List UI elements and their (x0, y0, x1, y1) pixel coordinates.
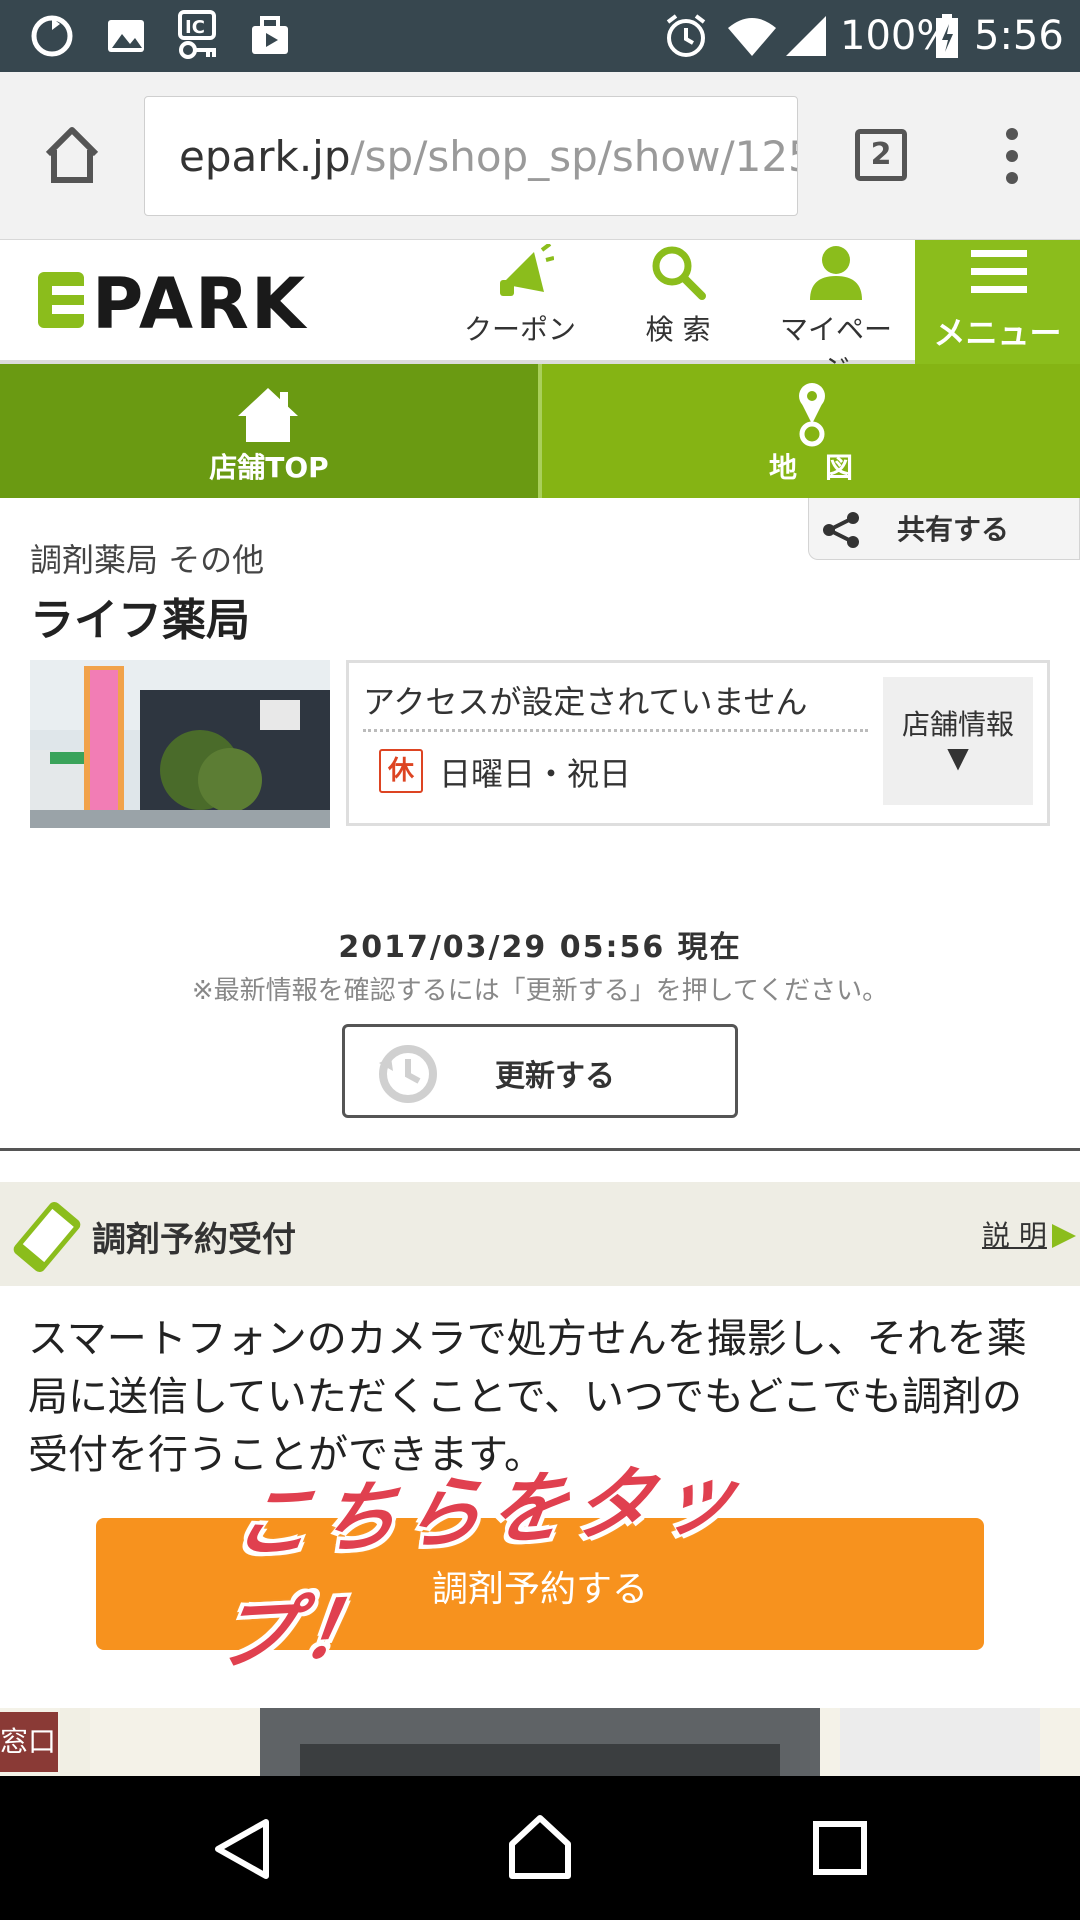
holiday-text: 日曜日・祝日 (439, 755, 632, 793)
tab-map[interactable]: 地 図 (542, 364, 1080, 498)
shop-photo[interactable] (30, 660, 330, 828)
browser-toolbar: epark.jp/sp/shop_sp/show/1257 2 (0, 72, 1080, 240)
window-sign: 窓口 (0, 1712, 58, 1772)
refresh-label: 更新する (495, 1059, 615, 1094)
reservation-title: 調剤予約受付 (92, 1220, 296, 1260)
tab-switcher-button[interactable]: 2 (855, 129, 907, 181)
refresh-button[interactable]: 更新する (342, 1024, 738, 1118)
menu-label: メニュー (933, 314, 1062, 352)
callout-text: こちらをタップ！ (209, 1453, 751, 1682)
shop-top-label: 店舗TOP (209, 451, 329, 484)
dotted-divider (363, 729, 868, 732)
wifi-icon (728, 18, 776, 56)
access-text: アクセスが設定されていません (363, 683, 808, 721)
status-bar: IC 100% 5:56 (0, 0, 1080, 72)
system-nav-bar (0, 1776, 1080, 1920)
explain-link[interactable]: 説 明 (982, 1214, 1047, 1254)
svg-text:IC: IC (185, 17, 205, 38)
image-icon (108, 20, 144, 52)
recents-icon[interactable] (812, 1820, 868, 1876)
clock: 5:56 (974, 13, 1064, 59)
url-host: epark.jp (179, 132, 351, 181)
shop-subnav: 店舗TOP 地 図 (0, 364, 1080, 498)
mypage-nav[interactable]: マイページ (770, 240, 902, 386)
update-timestamp: 2017/03/29 05:56 現在 (338, 930, 742, 965)
tab-shop-top[interactable]: 店舗TOP (0, 364, 538, 498)
user-icon (810, 246, 862, 300)
home-nav-icon[interactable] (508, 1814, 572, 1880)
url-path: /sp/shop_sp/show/1257 (350, 132, 798, 181)
menu-button[interactable]: メニュー (915, 240, 1080, 364)
share-button[interactable]: 共有する (808, 498, 1080, 560)
map-label: 地 図 (768, 451, 853, 484)
shop-category: 調剤薬局 その他 (30, 541, 265, 579)
svg-text:PARK: PARK (92, 263, 308, 342)
search-icon (652, 246, 706, 300)
epark-logo[interactable]: PARK (34, 258, 334, 342)
reservation-header: 調剤予約受付 説 明 (0, 1182, 1080, 1286)
share-label: 共有する (897, 513, 1010, 546)
holiday-badge: 休 (379, 749, 423, 793)
sync-icon (31, 15, 73, 57)
battery-icon (936, 14, 958, 58)
pharmacy-photo-image (0, 1708, 1080, 1776)
url-bar[interactable]: epark.jp/sp/shop_sp/show/1257 (144, 96, 798, 216)
map-pin-icon (799, 383, 825, 447)
signal-icon (786, 16, 826, 56)
tap-here-callout: こちらをタップ！ (210, 1445, 870, 1681)
share-icon (823, 512, 859, 548)
search-label: 検 索 (645, 313, 711, 346)
search-nav[interactable]: 検 索 (618, 240, 738, 360)
play-arrow-icon[interactable] (1050, 1222, 1078, 1250)
section-divider (0, 1148, 1080, 1151)
briefcase-play-icon (252, 16, 288, 54)
hamburger-icon (971, 250, 1027, 293)
chevron-down-icon: ▼ (947, 741, 969, 774)
smartphone-icon (13, 1201, 81, 1273)
history-icon (379, 1045, 437, 1103)
site-header: PARK クーポン 検 索 マイページ メニュー (0, 240, 1080, 386)
shop-photo-image (30, 660, 330, 828)
shop-name: ライフ薬局 (30, 595, 250, 646)
pharmacy-photo (0, 1708, 1080, 1776)
back-icon[interactable] (212, 1818, 272, 1880)
coupon-label: クーポン (463, 313, 576, 346)
update-note: ※最新情報を確認するには「更新する」を押してください。 (191, 976, 889, 1006)
key-icon: IC (178, 10, 216, 59)
shop-info-label: 店舗情報 (901, 708, 1014, 741)
overflow-menu-icon[interactable] (1000, 126, 1024, 186)
megaphone-icon (500, 244, 554, 296)
coupon-nav[interactable]: クーポン (460, 240, 580, 360)
shop-info-box: アクセスが設定されていません 休 日曜日・祝日 店舗情報 ▼ (346, 660, 1050, 826)
house-icon (238, 388, 298, 442)
alarm-icon (666, 14, 706, 57)
shop-info-button[interactable]: 店舗情報 ▼ (883, 677, 1033, 805)
home-icon[interactable] (40, 124, 104, 184)
